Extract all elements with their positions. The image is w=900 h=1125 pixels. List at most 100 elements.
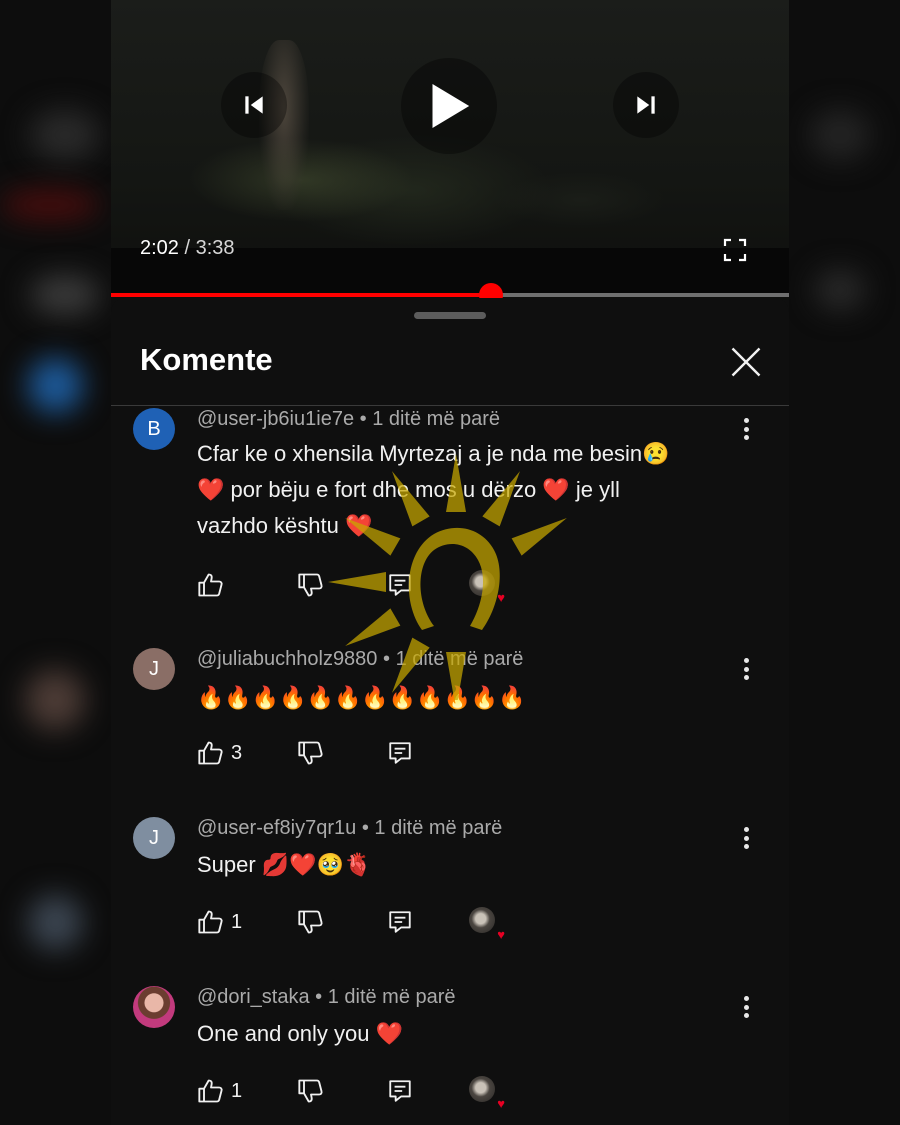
like-count: 3: [231, 741, 243, 764]
dislike-button[interactable]: [297, 907, 325, 937]
next-icon: [637, 96, 655, 114]
reply-icon: [389, 1080, 411, 1102]
more-vert-icon[interactable]: [735, 416, 757, 442]
reply-icon: [389, 574, 411, 596]
reply-icon: [389, 911, 411, 933]
creator-avatar: [469, 1076, 495, 1102]
creator-avatar: [469, 570, 495, 596]
comment-text: One and only you ❤️: [197, 1016, 737, 1052]
next-button[interactable]: [613, 72, 679, 138]
heart-icon: ♥: [497, 927, 505, 942]
dislike-button[interactable]: [297, 738, 325, 768]
like-button[interactable]: 1: [197, 1076, 242, 1106]
thumbs-down-icon: [298, 573, 323, 597]
reply-button[interactable]: [387, 907, 413, 937]
reply-button[interactable]: [387, 570, 413, 600]
avatar[interactable]: J: [133, 817, 175, 859]
comment-meta: @user-jb6iu1ie7e • 1 ditë më parë: [197, 408, 500, 431]
like-count: 1: [231, 910, 243, 933]
comment-author[interactable]: @user-jb6iu1ie7e: [197, 408, 354, 430]
current-time: 2:02: [140, 237, 179, 259]
creator-heart-icon: ♥: [469, 907, 505, 941]
phone-screen: 2:02 / 3:38 Komente B @user-jb6iu1ie7e •…: [111, 0, 789, 1125]
avatar[interactable]: J: [133, 648, 175, 690]
meta-dot: •: [315, 986, 328, 1008]
seek-bar-played: [111, 293, 492, 297]
comments-title: Komente: [140, 342, 273, 377]
more-vert-icon[interactable]: [735, 656, 757, 682]
play-button[interactable]: [401, 58, 497, 154]
avatar[interactable]: B: [133, 408, 175, 450]
backdrop-blur-shape: [28, 358, 83, 413]
comment-text: 🔥🔥🔥🔥🔥🔥🔥🔥🔥🔥🔥🔥: [197, 680, 737, 716]
meta-dot: •: [383, 648, 396, 670]
like-button[interactable]: 3: [197, 738, 242, 768]
comment-meta: @dori_staka • 1 ditë më parë: [197, 986, 456, 1009]
thumbs-down-icon: [298, 1079, 323, 1103]
comment-author[interactable]: @user-ef8iy7qr1u: [197, 817, 356, 839]
backdrop-blur-shape: [815, 270, 865, 310]
reply-button[interactable]: [387, 738, 413, 768]
drag-handle[interactable]: [414, 312, 486, 319]
reply-icon: [389, 742, 411, 764]
comment-line: Super 💋❤️🥹🫀: [197, 852, 372, 877]
seek-bar[interactable]: [111, 283, 789, 300]
thumbs-down-icon: [298, 741, 323, 765]
duration: 3:38: [195, 237, 235, 259]
comment-text: Cfar ke o xhensila Myrtezaj a je nda me …: [197, 436, 737, 544]
avatar[interactable]: [133, 986, 175, 1028]
play-icon: [432, 84, 470, 128]
comment-time: 1 ditë më parë: [395, 648, 524, 670]
comment-meta: @juliabuchholz9880 • 1 ditë më parë: [197, 648, 523, 671]
previous-icon: [245, 96, 263, 114]
backdrop-blur-shape: [28, 895, 83, 950]
heart-icon: ♥: [497, 590, 505, 605]
comment-line: One and only you ❤️: [197, 1021, 403, 1046]
comment-line: vazhdo kështu ❤️: [197, 513, 373, 538]
creator-heart-icon: ♥: [469, 1076, 505, 1110]
thumbs-up-icon: [198, 1079, 223, 1103]
creator-heart-icon: ♥: [469, 570, 505, 604]
thumbs-down-icon: [298, 910, 323, 934]
more-vert-icon[interactable]: [735, 825, 757, 851]
comment-line: ❤️ por bëju e fort dhe mos u dërzo ❤️ je…: [197, 477, 620, 502]
meta-dot: •: [359, 408, 373, 430]
fullscreen-icon[interactable]: [723, 238, 747, 262]
comment-line: 🔥🔥🔥🔥🔥🔥🔥🔥🔥🔥🔥🔥: [197, 685, 526, 710]
comment-author[interactable]: @dori_staka: [197, 986, 310, 1008]
previous-button[interactable]: [221, 72, 287, 138]
comment-actions: 1 ♥: [197, 907, 717, 941]
creator-avatar: [469, 907, 495, 933]
time-separator: /: [184, 237, 191, 259]
heart-icon: ♥: [497, 1096, 505, 1111]
backdrop-blur-shape: [30, 275, 100, 315]
like-count: 1: [231, 1079, 243, 1102]
like-button[interactable]: 1: [197, 907, 242, 937]
comment-time: 1 ditë më parë: [372, 408, 501, 430]
like-button[interactable]: [197, 570, 231, 600]
more-vert-icon[interactable]: [735, 994, 757, 1020]
close-icon[interactable]: [728, 344, 764, 380]
time-display: 2:02 / 3:38: [140, 237, 235, 260]
thumbs-up-icon: [198, 910, 223, 934]
comment-time: 1 ditë më parë: [374, 817, 503, 839]
comment-actions: 1 ♥: [197, 1076, 717, 1110]
comment-line: Cfar ke o xhensila Myrtezaj a je nda me …: [197, 441, 670, 466]
backdrop-blur-shape: [0, 190, 100, 220]
meta-dot: •: [361, 817, 375, 839]
comment-author[interactable]: @juliabuchholz9880: [197, 648, 377, 670]
reply-button[interactable]: [387, 1076, 413, 1106]
backdrop-blur-shape: [810, 110, 870, 160]
dislike-button[interactable]: [297, 1076, 325, 1106]
comment-actions: 3: [197, 738, 717, 768]
thumbs-up-icon: [198, 741, 223, 765]
dislike-button[interactable]: [297, 570, 325, 600]
sheet-divider: [111, 405, 789, 406]
comment-actions: ♥: [197, 570, 717, 604]
comment-time: 1 ditë më parë: [327, 986, 456, 1008]
comment-meta: @user-ef8iy7qr1u • 1 ditë më parë: [197, 817, 502, 840]
backdrop-blur-shape: [25, 670, 85, 730]
thumbs-up-icon: [198, 573, 223, 597]
video-player[interactable]: 2:02 / 3:38: [111, 0, 789, 300]
comment-text: Super 💋❤️🥹🫀: [197, 847, 737, 883]
